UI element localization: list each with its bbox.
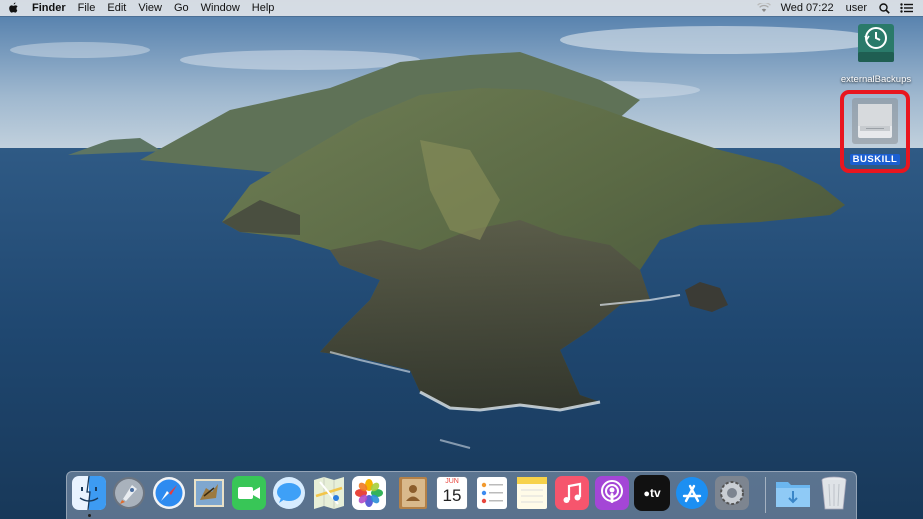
dock-safari[interactable]	[151, 475, 187, 511]
dock-calendar[interactable]: JUN 15	[434, 475, 470, 511]
dock-reminders[interactable]	[474, 475, 510, 511]
desktop-icon-buskill[interactable]: BUSKILL	[833, 98, 917, 167]
tv-icon-text: tv	[649, 486, 661, 500]
menu-view[interactable]: View	[132, 0, 168, 16]
running-indicator	[88, 514, 91, 517]
dock-finder[interactable]	[71, 475, 107, 511]
desktop-icon-externalbackups[interactable]: externalBackups	[834, 22, 918, 87]
dock-music[interactable]	[554, 475, 590, 511]
photos-icon	[352, 476, 386, 510]
finder-icon	[72, 476, 106, 510]
wifi-icon[interactable]	[753, 0, 775, 16]
apple-icon[interactable]	[0, 2, 26, 14]
podcasts-icon	[595, 476, 629, 510]
time-machine-disk-icon	[858, 24, 894, 62]
dock-app-store[interactable]	[674, 475, 710, 511]
dock-photos[interactable]	[351, 475, 387, 511]
facetime-icon	[232, 476, 266, 510]
dock-launchpad[interactable]	[111, 475, 147, 511]
dock-podcasts[interactable]	[594, 475, 630, 511]
dock-facetime[interactable]	[231, 475, 267, 511]
desktop-icon-label: externalBackups	[840, 74, 912, 85]
messages-icon	[273, 477, 305, 509]
menu-go[interactable]: Go	[168, 0, 195, 16]
menu-bar-clock[interactable]: Wed 07:22	[775, 0, 840, 16]
dock-trash[interactable]	[816, 475, 852, 511]
music-icon	[555, 476, 589, 510]
menu-help[interactable]: Help	[246, 0, 281, 16]
dock-separator	[765, 477, 766, 513]
dock-contacts[interactable]	[395, 475, 431, 511]
calendar-icon: JUN 15	[437, 477, 467, 509]
calendar-month: JUN	[445, 478, 459, 485]
system-preferences-icon	[715, 476, 749, 510]
dock-tv[interactable]: ●tv	[634, 475, 670, 511]
dock-messages[interactable]	[271, 475, 307, 511]
desktop-icon-label-selected: BUSKILL	[849, 154, 901, 165]
desktop-wallpaper	[0, 0, 923, 519]
tv-icon: ●tv	[643, 486, 661, 500]
menu-bar-user[interactable]: user	[840, 0, 873, 16]
notes-icon	[517, 477, 547, 509]
external-drive-icon	[852, 98, 898, 144]
menu-edit[interactable]: Edit	[101, 0, 132, 16]
app-menu-finder[interactable]: Finder	[26, 0, 72, 16]
safari-icon	[153, 477, 185, 509]
dock-system-preferences[interactable]	[714, 475, 750, 511]
calendar-day: 15	[442, 486, 462, 505]
menu-file[interactable]: File	[72, 0, 102, 16]
dock-notes[interactable]	[514, 475, 550, 511]
control-center-icon[interactable]	[895, 0, 917, 16]
maps-icon	[314, 477, 344, 509]
dock-downloads[interactable]	[775, 475, 811, 511]
menu-bar-status-area: Wed 07:22 user	[753, 0, 923, 16]
dock-mail[interactable]	[191, 475, 227, 511]
downloads-folder-icon	[776, 482, 810, 507]
menu-window[interactable]: Window	[195, 0, 246, 16]
spotlight-search-icon[interactable]	[873, 0, 895, 16]
dock-maps[interactable]	[311, 475, 347, 511]
app-store-icon	[676, 477, 708, 509]
menu-bar: Finder File Edit View Go Window Help Wed…	[0, 0, 923, 16]
trash-icon	[821, 476, 847, 510]
contacts-icon	[399, 477, 427, 509]
reminders-icon	[477, 477, 507, 509]
launchpad-icon	[113, 477, 145, 509]
mail-icon	[194, 479, 224, 507]
